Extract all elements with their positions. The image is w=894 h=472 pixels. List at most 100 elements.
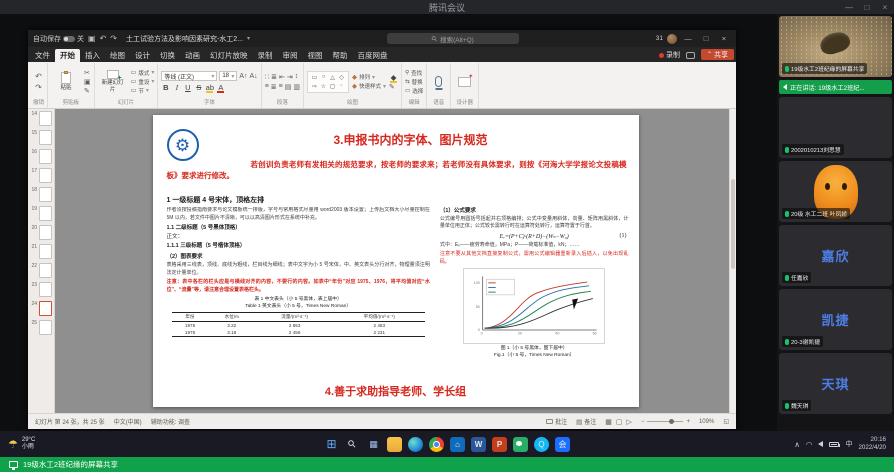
line-spacing-icon[interactable]: ↕ xyxy=(295,73,299,80)
slide-thumbnail-18[interactable]: 18 xyxy=(29,187,52,202)
scrollbar-thumb[interactable] xyxy=(731,179,735,269)
align-center-icon[interactable]: ≣ xyxy=(271,83,277,91)
save-icon[interactable]: ▣ xyxy=(88,34,96,43)
comments-button[interactable]: 批注 xyxy=(546,417,567,426)
powerpoint-icon[interactable]: P xyxy=(492,437,507,452)
ppt-close-icon[interactable]: × xyxy=(717,34,731,43)
ribbon-tab-4[interactable]: 设计 xyxy=(130,49,155,62)
account-avatar[interactable] xyxy=(667,34,677,44)
slides-item-2[interactable]: ▭节▾ xyxy=(131,87,155,95)
edit-item-1[interactable]: ⇆替换 xyxy=(405,78,423,86)
participant-tile-4[interactable]: 凯捷20-3谢凯捷 xyxy=(779,289,892,350)
slides-item-1[interactable]: ▭重设▾ xyxy=(131,78,155,86)
shrink-font-icon[interactable]: A↓ xyxy=(250,73,258,80)
square-shape-icon[interactable]: ◻ xyxy=(330,83,335,90)
task-view-icon[interactable]: ▦ xyxy=(366,437,381,452)
highlight-color-icon[interactable]: ab xyxy=(205,83,214,92)
comment-icon[interactable] xyxy=(686,52,695,59)
numbering-icon[interactable]: ≣ xyxy=(271,73,277,81)
store-icon[interactable]: ⌂ xyxy=(450,437,465,452)
strikethrough-icon[interactable]: S xyxy=(194,83,203,92)
underline-icon[interactable]: U xyxy=(183,83,192,92)
copy-icon[interactable]: ▣ xyxy=(84,78,91,86)
participant-tile-1[interactable]: 2002010213刘思慧 xyxy=(779,97,892,158)
arrow-shape-icon[interactable]: ⇨ xyxy=(312,83,317,90)
zoom-percent[interactable]: 109% xyxy=(699,419,714,425)
search-icon[interactable]: ⚲ xyxy=(342,433,363,454)
slide-thumbnail-17[interactable]: 17 xyxy=(29,168,52,183)
redo-icon[interactable]: ↷ xyxy=(110,34,117,43)
ppt-restore-icon[interactable]: □ xyxy=(699,34,713,43)
zoom-slider[interactable] xyxy=(647,421,683,422)
bold-icon[interactable]: B xyxy=(161,83,170,92)
participant-tile-5[interactable]: 天琪魏天琪 xyxy=(779,353,892,414)
grow-font-icon[interactable]: A↑ xyxy=(239,73,247,80)
undo-button[interactable]: ↶ xyxy=(35,72,42,81)
undo-icon[interactable]: ↶ xyxy=(100,34,107,43)
ribbon-tab-1[interactable]: 开始 xyxy=(55,49,80,62)
ribbon-tab-6[interactable]: 动画 xyxy=(180,49,205,62)
chrome-icon[interactable] xyxy=(429,437,444,452)
slide-thumbnail-14[interactable]: 14 xyxy=(29,111,52,126)
taskbar-clock[interactable]: 20:162022/4/20 xyxy=(858,436,886,452)
search-input[interactable]: ⚲ 搜索(Alt+Q) xyxy=(387,33,519,44)
edit-item-2[interactable]: ▭选择 xyxy=(405,87,423,95)
font-color-icon[interactable]: A xyxy=(216,83,225,92)
cut-icon[interactable]: ✂ xyxy=(84,69,91,77)
ribbon-tab-2[interactable]: 插入 xyxy=(80,49,105,62)
slide-thumbnail-23[interactable]: 23 xyxy=(29,282,52,297)
ribbon-tab-12[interactable]: 百度网盘 xyxy=(353,49,393,62)
screen-share-banner[interactable]: 19级水工2班纪缘的屏幕共享 xyxy=(0,457,894,472)
participant-tile-2[interactable]: 20级 水工二班 叶凤娇 xyxy=(779,161,892,222)
chevron-down-icon[interactable]: ▾ xyxy=(247,35,250,42)
format-painter-icon[interactable]: ✎ xyxy=(84,87,91,95)
input-language-indicator[interactable]: 中 xyxy=(845,439,852,449)
draw-button-1[interactable]: ◆快速样式▾ xyxy=(352,82,386,90)
taskbar-weather[interactable]: ☂ 29°C小雨 xyxy=(8,437,35,452)
ribbon-tab-10[interactable]: 视图 xyxy=(303,49,328,62)
ribbon-tab-9[interactable]: 审阅 xyxy=(278,49,303,62)
align-right-icon[interactable]: ≡ xyxy=(279,83,283,90)
battery-icon[interactable] xyxy=(829,442,839,447)
tray-chevron-icon[interactable]: ∧ xyxy=(794,440,800,449)
slide-thumbnail-20[interactable]: 20 xyxy=(29,225,52,240)
designer-icon[interactable] xyxy=(458,77,471,87)
ribbon-tab-3[interactable]: 绘图 xyxy=(105,49,130,62)
increase-indent-icon[interactable]: ⇥ xyxy=(287,73,293,81)
shape-fill-icon[interactable]: ◆ xyxy=(389,73,398,82)
notes-button[interactable]: ▤备注 xyxy=(576,417,596,426)
fit-slide-icon[interactable]: ◱ xyxy=(723,418,729,425)
ribbon-tab-5[interactable]: 切换 xyxy=(155,49,180,62)
font-size-select[interactable]: 18▾ xyxy=(219,71,237,81)
slide-thumbnail-22[interactable]: 22 xyxy=(29,263,52,278)
zoom-out-icon[interactable]: − xyxy=(641,419,645,425)
slideshow-icon[interactable]: ▷ xyxy=(627,418,632,426)
zoom-in-icon[interactable]: + xyxy=(686,419,690,425)
slide-thumbnail-25[interactable]: 25 xyxy=(29,320,52,335)
start-icon[interactable]: ⊞ xyxy=(324,437,339,452)
diamond-shape-icon[interactable]: ◇ xyxy=(339,74,344,81)
tencent-meeting-icon[interactable]: 会 xyxy=(555,437,570,452)
share-button[interactable]: ⌃共享 xyxy=(701,49,734,60)
italic-icon[interactable]: I xyxy=(172,83,181,92)
ribbon-tab-0[interactable]: 文件 xyxy=(30,49,55,62)
qq-icon[interactable]: Q xyxy=(534,437,549,452)
ribbon-tab-7[interactable]: 幻灯片放映 xyxy=(205,49,253,62)
normal-view-icon[interactable]: ▦ xyxy=(605,418,612,426)
wechat-icon[interactable] xyxy=(513,437,528,452)
triangle-shape-icon[interactable]: △ xyxy=(330,74,335,81)
shape-outline-icon[interactable]: ✎ xyxy=(389,83,398,91)
close-icon[interactable]: × xyxy=(876,3,894,12)
bullets-icon[interactable]: ∷ xyxy=(265,73,269,81)
slide-thumbnail-19[interactable]: 19 xyxy=(29,206,52,221)
text-direction-icon[interactable]: ▥ xyxy=(293,83,300,91)
participant-tile-3[interactable]: 嘉欣任嘉欣 xyxy=(779,225,892,286)
ribbon-tab-11[interactable]: 帮助 xyxy=(328,49,353,62)
file-explorer-icon[interactable] xyxy=(387,437,402,452)
shapes-gallery[interactable]: ▭ ○ △ ◇ ⇨ ☆ ◻ ◦ xyxy=(307,71,349,93)
rectangle-shape-icon[interactable]: ▭ xyxy=(312,74,318,81)
ppt-minimize-icon[interactable]: — xyxy=(681,34,695,43)
minimize-icon[interactable]: — xyxy=(840,3,858,12)
slides-item-0[interactable]: ▭版式▾ xyxy=(131,69,155,77)
slide-thumbnail-21[interactable]: 21 xyxy=(29,244,52,259)
